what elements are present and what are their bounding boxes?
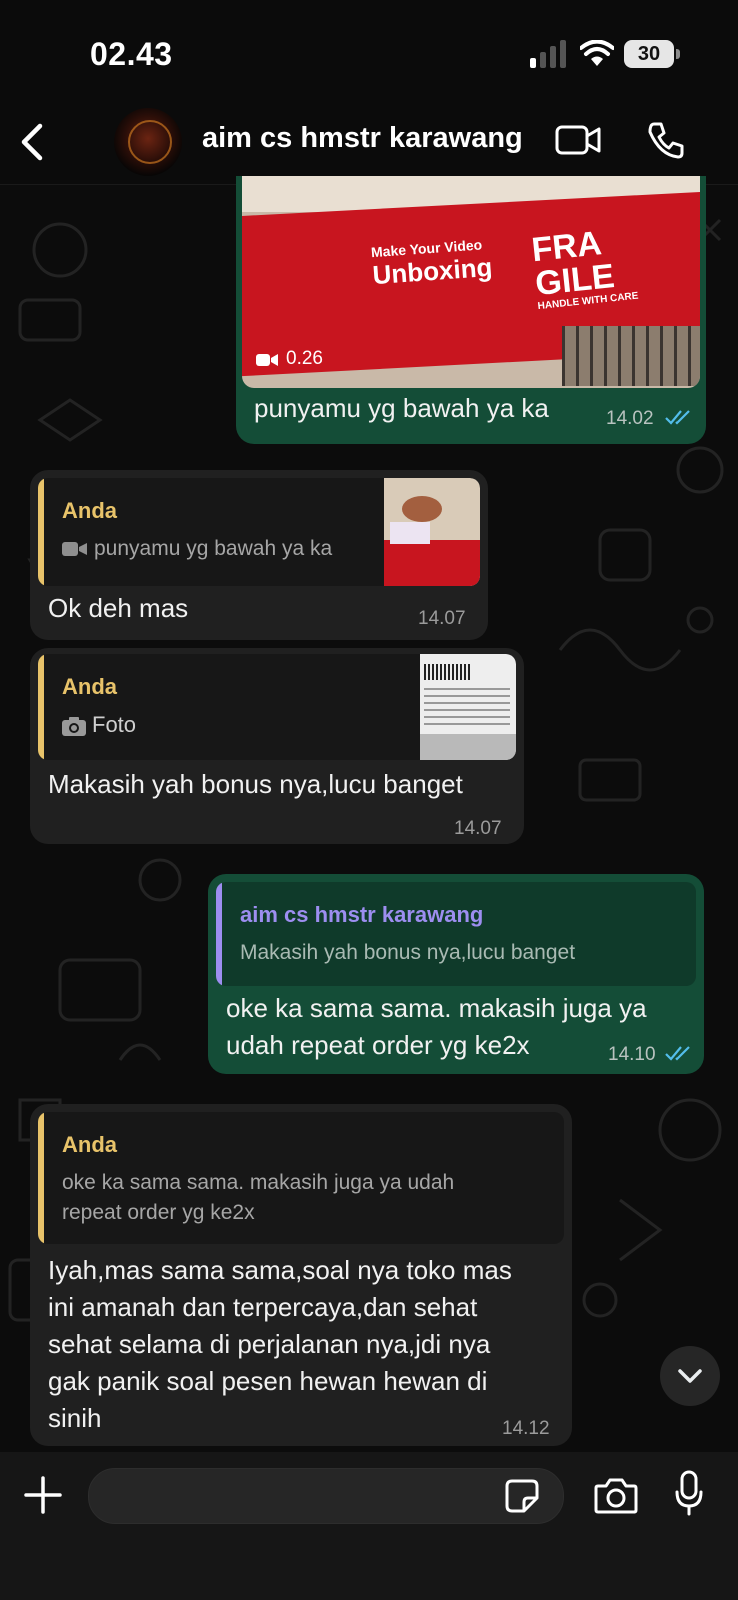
quote-author: Anda xyxy=(62,1132,117,1157)
composer-bar xyxy=(0,1452,738,1600)
message-text: punyamu yg bawah ya ka xyxy=(254,393,549,423)
message-text-line: ini amanah dan terpercaya,dan sehat xyxy=(48,1292,478,1322)
thumb-hamster xyxy=(402,496,442,522)
phone-call-icon[interactable] xyxy=(646,120,686,160)
thumb-box xyxy=(390,522,430,544)
camera-icon xyxy=(62,717,86,736)
chevron-down-icon xyxy=(678,1369,702,1383)
quote-author: Anda xyxy=(62,674,117,699)
quote-accent-bar xyxy=(38,654,44,760)
scroll-to-bottom-button[interactable] xyxy=(660,1346,720,1406)
plus-icon[interactable] xyxy=(22,1474,64,1516)
microphone-icon[interactable] xyxy=(674,1470,704,1516)
video-icon xyxy=(62,542,87,556)
thumb-barcode xyxy=(424,664,470,680)
status-bar: 02.43 30 xyxy=(0,0,738,100)
quote-preview: Makasih yah bonus nya,lucu banget xyxy=(240,941,576,964)
quote-accent-bar xyxy=(216,882,222,986)
quote-accent-bar xyxy=(38,1112,44,1244)
message-input[interactable] xyxy=(88,1468,564,1524)
quote-author: Anda xyxy=(62,498,117,523)
quote-preview-line: repeat order yg ke2x xyxy=(62,1201,255,1224)
message-time: 14.07 xyxy=(418,608,466,629)
message-text: Makasih yah bonus nya,lucu banget xyxy=(48,769,463,799)
cellular-signal-icon xyxy=(528,40,568,68)
back-chevron-icon[interactable] xyxy=(14,120,54,164)
read-receipt-icon xyxy=(665,1046,690,1061)
thumb-shadow xyxy=(420,734,516,760)
status-time: 02.43 xyxy=(90,36,173,72)
video-fragile-label: FRA GILE HANDLE WITH CARE xyxy=(530,223,639,313)
video-duration: 0.26 xyxy=(286,348,323,369)
message-time: 14.07 xyxy=(454,818,502,839)
message-bubble-outgoing[interactable]: Make Your Video Unboxing FRA GILE HANDLE… xyxy=(236,176,706,444)
message-text-line: sehat selama di perjalanan nya,jdi nya xyxy=(48,1329,491,1359)
message-text-line: sinih xyxy=(48,1403,102,1433)
video-camera-icon xyxy=(256,354,278,366)
video-call-icon[interactable] xyxy=(554,120,602,160)
read-receipt-icon xyxy=(665,410,690,425)
message-text-line: oke ka sama sama. makasih juga ya xyxy=(226,993,647,1023)
message-bubble-outgoing[interactable]: aim cs hmstr karawang Makasih yah bonus … xyxy=(208,874,704,1074)
quote-video-thumbnail xyxy=(384,478,480,586)
quoted-message[interactable]: aim cs hmstr karawang Makasih yah bonus … xyxy=(216,882,696,986)
contact-name[interactable]: aim cs hmstr karawang xyxy=(202,122,523,155)
quoted-message[interactable]: Anda Foto xyxy=(38,654,516,760)
quote-preview-line: oke ka sama sama. makasih juga ya udah xyxy=(62,1171,455,1194)
thumb-text-lines xyxy=(424,688,510,728)
message-bubble-incoming[interactable]: Anda oke ka sama sama. makasih juga ya u… xyxy=(30,1104,572,1446)
video-thumbnail[interactable]: Make Your Video Unboxing FRA GILE HANDLE… xyxy=(242,176,700,388)
camera-icon[interactable] xyxy=(594,1476,638,1514)
quote-author: aim cs hmstr karawang xyxy=(240,902,484,927)
message-time: 14.10 xyxy=(608,1044,656,1065)
video-cage xyxy=(562,326,700,386)
quote-accent-bar xyxy=(38,478,44,586)
chat-header: aim cs hmstr karawang xyxy=(0,100,738,185)
message-bubble-incoming[interactable]: Anda Foto Makasih yah bonus nya,lucu ban… xyxy=(30,648,524,844)
quote-photo-thumbnail xyxy=(420,654,516,760)
quoted-message[interactable]: Anda punyamu yg bawah ya ka xyxy=(38,478,480,586)
quoted-message[interactable]: Anda oke ka sama sama. makasih juga ya u… xyxy=(38,1112,564,1244)
sticker-icon[interactable] xyxy=(504,1478,540,1514)
message-bubble-incoming[interactable]: Anda punyamu yg bawah ya ka Ok deh mas 1… xyxy=(30,470,488,640)
quote-preview: punyamu yg bawah ya ka xyxy=(94,537,333,560)
message-text-line: udah repeat order yg ke2x xyxy=(226,1030,530,1060)
quote-preview: Foto xyxy=(92,712,137,737)
message-time: 14.02 xyxy=(606,408,654,429)
message-time: 14.12 xyxy=(502,1418,550,1439)
message-text: Ok deh mas xyxy=(48,593,189,623)
battery-tip xyxy=(676,49,680,59)
battery-indicator: 30 xyxy=(624,40,674,68)
message-text-line: gak panik soal pesen hewan hewan di xyxy=(48,1366,488,1396)
message-text-line: Iyah,mas sama sama,soal nya toko mas xyxy=(48,1255,512,1285)
video-unboxing-label: Make Your Video Unboxing xyxy=(371,236,494,291)
avatar-logo-ring xyxy=(128,120,172,164)
contact-avatar[interactable] xyxy=(114,108,182,176)
wifi-icon xyxy=(580,40,614,66)
thumb-red-tape xyxy=(384,540,480,586)
